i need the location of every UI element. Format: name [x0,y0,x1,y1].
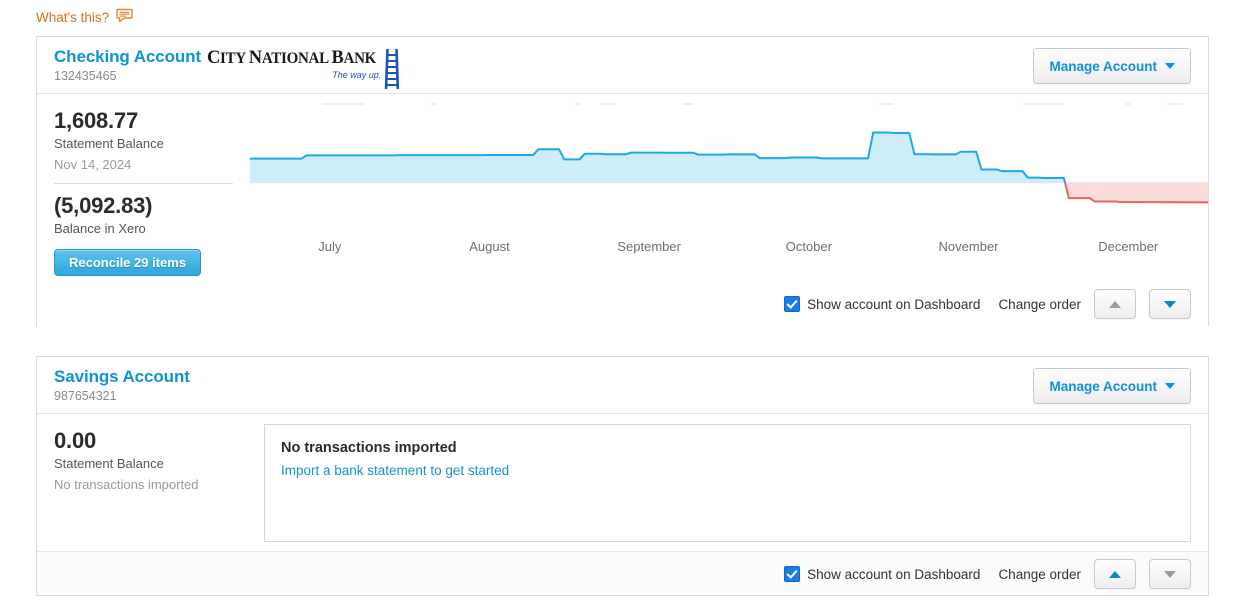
empty-state-title: No transactions imported [281,440,457,456]
balance-chart-svg [250,94,1208,242]
reconcile-button[interactable]: Reconcile 29 items [54,249,201,276]
account-footer: Show account on Dashboard Change order [37,551,1208,595]
xero-balance-amount: (5,092.83) [54,192,233,219]
chart-month-label: November [889,239,1049,261]
statement-date: Nov 14, 2024 [54,155,233,174]
account-header: Savings Account 987654321 Manage Account [37,357,1208,414]
bank-logo: CITY NATIONAL BANK The way up. [207,49,401,96]
bank-accounts-page: What's this? Checking Account 132435465 … [0,0,1245,612]
account-card-checking: Checking Account 132435465 CITY NATIONAL… [36,36,1209,326]
chart-month-label: October [729,239,889,261]
move-down-button[interactable] [1149,559,1191,589]
show-on-dashboard-label: Show account on Dashboard [807,567,980,582]
account-body: 1,608.77 Statement Balance Nov 14, 2024 … [37,94,1208,282]
change-order-label: Change order [998,297,1081,312]
chart-month-label: September [569,239,729,261]
chart-month-axis: JulyAugustSeptemberOctoberNovemberDecemb… [250,239,1208,261]
footer-controls: Show account on Dashboard Change order [784,282,1191,326]
empty-state-box: No transactions imported Import a bank s… [264,424,1191,542]
manage-account-button[interactable]: Manage Account [1033,48,1191,84]
checkbox-icon[interactable] [784,296,800,312]
account-title[interactable]: Savings Account [54,367,190,387]
bank-logo-tagline: The way up. [332,69,381,81]
xero-balance-label: Balance in Xero [54,219,233,238]
change-order-label: Change order [998,567,1081,582]
account-title[interactable]: Checking Account [54,47,201,67]
account-footer: Show account on Dashboard Change order [37,282,1208,326]
manage-account-label: Manage Account [1049,379,1157,394]
account-header: Checking Account 132435465 CITY NATIONAL… [37,37,1208,94]
arrow-up-icon [1109,301,1121,308]
chart-negative-area [1065,183,1208,203]
checkbox-icon[interactable] [784,566,800,582]
reconcile-button-label: Reconcile 29 items [69,255,186,270]
balance-summary: 1,608.77 Statement Balance Nov 14, 2024 … [37,94,250,276]
show-on-dashboard-checkbox[interactable]: Show account on Dashboard [784,566,980,582]
chart-month-label: August [410,239,570,261]
statement-balance-label: Statement Balance [54,134,233,153]
manage-account-label: Manage Account [1049,59,1157,74]
chevron-down-icon [1165,383,1175,389]
speech-bubble-icon [116,8,133,28]
arrow-down-icon [1164,301,1176,308]
arrow-down-icon [1164,571,1176,578]
no-transactions-note: No transactions imported [54,475,233,494]
summary-divider [54,183,233,184]
balance-summary: 0.00 Statement Balance No transactions i… [37,414,250,494]
arrow-up-icon [1109,571,1121,578]
whats-this-label: What's this? [36,9,109,27]
bank-logo-name: CITY NATIONAL BANK [207,49,376,68]
import-statement-link[interactable]: Import a bank statement to get started [281,463,509,478]
account-card-savings: Savings Account 987654321 Manage Account… [36,356,1209,596]
statement-balance-amount: 0.00 [54,427,233,454]
chevron-down-icon [1165,63,1175,69]
move-up-button[interactable] [1094,559,1136,589]
manage-account-button[interactable]: Manage Account [1033,368,1191,404]
show-on-dashboard-checkbox[interactable]: Show account on Dashboard [784,296,980,312]
statement-balance-amount: 1,608.77 [54,107,233,134]
ladder-icon [384,47,401,96]
account-number: 987654321 [54,389,117,403]
account-body: 0.00 Statement Balance No transactions i… [37,414,1208,551]
account-number: 132435465 [54,69,117,83]
move-down-button[interactable] [1149,289,1191,319]
statement-balance-label: Statement Balance [54,454,233,473]
whats-this-link[interactable]: What's this? [36,8,133,28]
move-up-button[interactable] [1094,289,1136,319]
footer-controls: Show account on Dashboard Change order [784,552,1191,596]
chart-month-label: July [250,239,410,261]
chart-month-label: December [1048,239,1208,261]
show-on-dashboard-label: Show account on Dashboard [807,297,980,312]
chart-positive-area [250,132,1065,182]
balance-chart: JulyAugustSeptemberOctoberNovemberDecemb… [250,94,1208,282]
